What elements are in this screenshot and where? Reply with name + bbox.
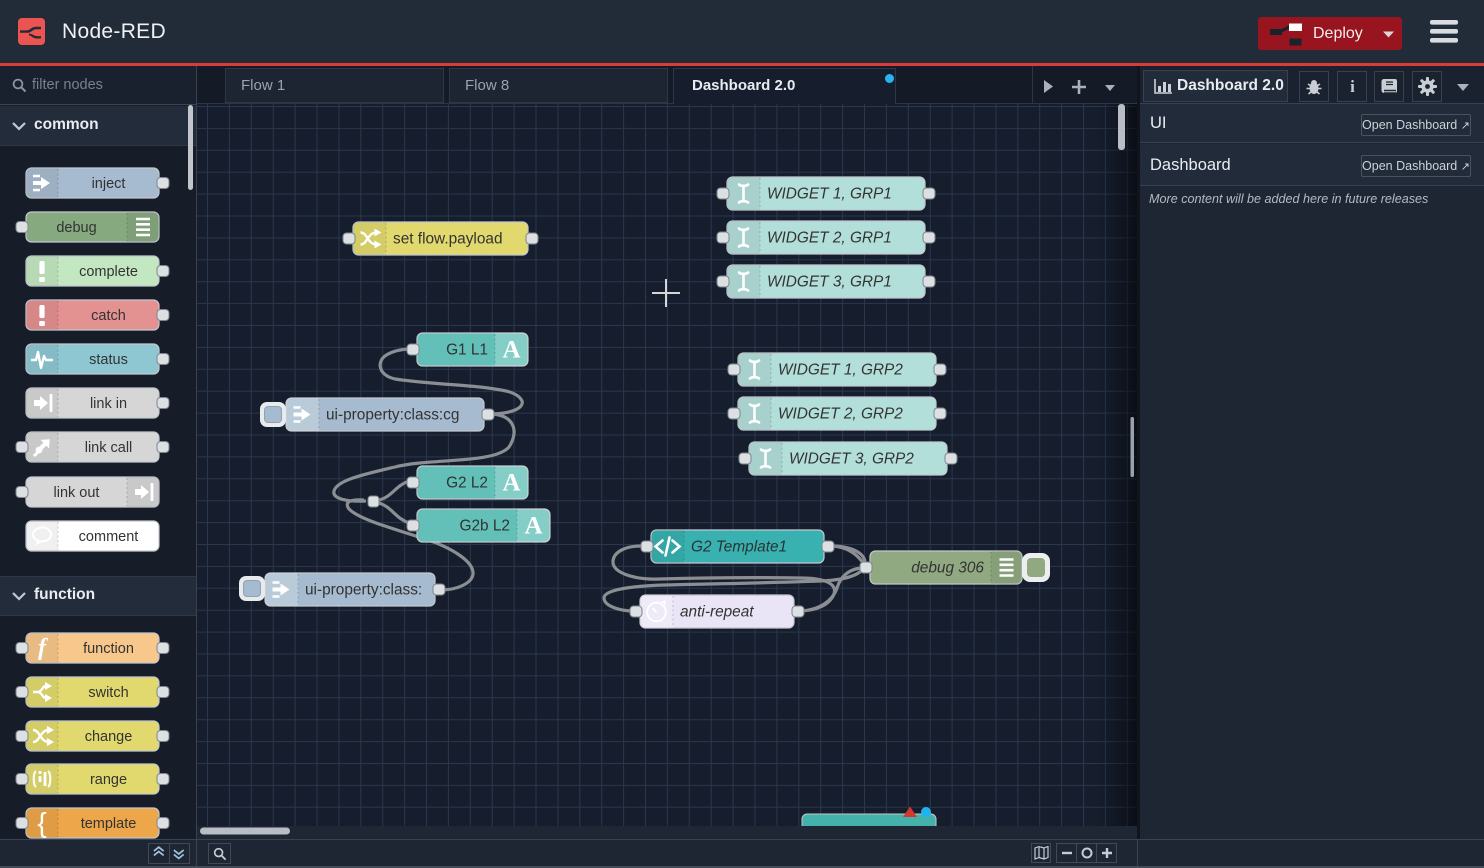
svg-text:G2 Template1: G2 Template1 bbox=[691, 539, 787, 556]
svg-text:A: A bbox=[524, 513, 542, 540]
svg-text:set flow.payload: set flow.payload bbox=[393, 231, 503, 248]
svg-text:WIDGET 1, GRP2: WIDGET 1, GRP2 bbox=[778, 362, 903, 379]
svg-text:debug 306: debug 306 bbox=[911, 560, 984, 577]
svg-text:complete: complete bbox=[79, 264, 138, 280]
svg-text:link out: link out bbox=[54, 485, 100, 501]
svg-text:range: range bbox=[90, 772, 127, 788]
svg-text:WIDGET 2, GRP2: WIDGET 2, GRP2 bbox=[778, 406, 903, 423]
svg-text:G1 L1: G1 L1 bbox=[446, 342, 488, 359]
svg-text:WIDGET 3, GRP2: WIDGET 3, GRP2 bbox=[789, 451, 914, 468]
svg-text:A: A bbox=[502, 337, 520, 364]
svg-text:WIDGET 2, GRP1: WIDGET 2, GRP1 bbox=[767, 230, 892, 247]
svg-text:switch: switch bbox=[88, 685, 128, 701]
svg-text:status: status bbox=[89, 352, 128, 368]
svg-text:anti-repeat: anti-repeat bbox=[680, 604, 754, 621]
svg-text:change: change bbox=[85, 729, 133, 745]
svg-text:ui-property:class:cg: ui-property:class:cg bbox=[326, 407, 459, 424]
svg-text:link call: link call bbox=[85, 440, 133, 456]
svg-text:function: function bbox=[83, 641, 134, 657]
svg-text:ui-property:class:: ui-property:class: bbox=[305, 582, 422, 599]
svg-text:template: template bbox=[81, 816, 137, 832]
svg-text:catch: catch bbox=[91, 308, 126, 324]
svg-text:WIDGET 1, GRP1: WIDGET 1, GRP1 bbox=[767, 186, 892, 203]
svg-text:G2 L2: G2 L2 bbox=[446, 475, 488, 492]
svg-text:G2b L2: G2b L2 bbox=[460, 518, 511, 535]
svg-text:debug: debug bbox=[56, 220, 96, 236]
svg-text:WIDGET 3, GRP1: WIDGET 3, GRP1 bbox=[767, 274, 892, 291]
svg-text:inject: inject bbox=[92, 176, 126, 192]
svg-text:link in: link in bbox=[90, 396, 127, 412]
svg-text:comment: comment bbox=[79, 529, 139, 545]
svg-text:A: A bbox=[502, 470, 520, 497]
svg-text:{: { bbox=[37, 807, 46, 838]
